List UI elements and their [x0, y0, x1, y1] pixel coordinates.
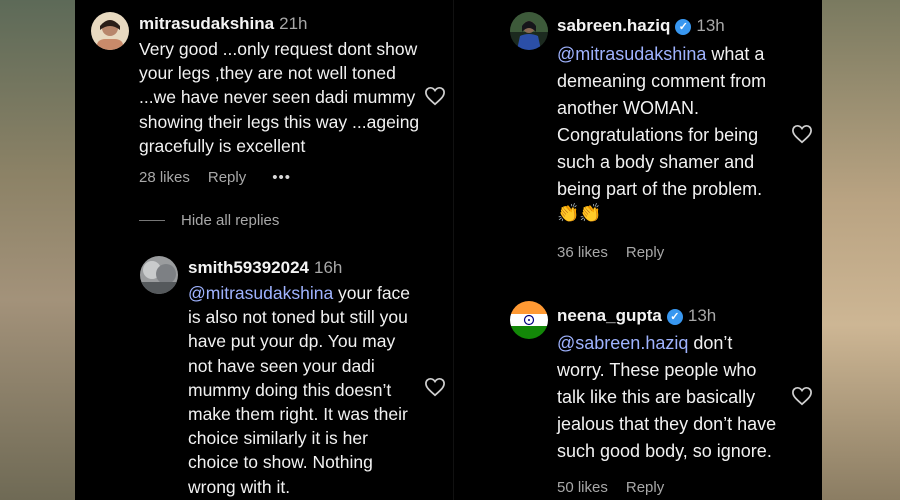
comment-text: @mitrasudakshina your face is also not t…: [188, 283, 411, 497]
comments-panel-left: mitrasudakshina 21h Very good ...only req…: [75, 0, 453, 500]
blurred-background-left: [0, 0, 75, 500]
verified-badge-icon: ✓: [666, 309, 683, 325]
verified-badge-icon: ✓: [675, 19, 692, 35]
username[interactable]: neena_gupta ✓ 13h: [557, 306, 716, 326]
blurred-background-right: [822, 0, 900, 500]
reply-button[interactable]: Reply: [626, 479, 664, 496]
avatar[interactable]: [91, 12, 129, 50]
comments-panel-right: sabreen.haziq ✓ 13h @mitrasudakshina what …: [453, 0, 822, 500]
avatar[interactable]: [510, 301, 548, 339]
mention-link[interactable]: @mitrasudakshina: [557, 44, 706, 64]
like-count[interactable]: 50 likes: [557, 479, 608, 496]
heart-icon[interactable]: [424, 86, 446, 106]
timestamp: 16h: [313, 258, 343, 277]
comment-meta: 36 likes Reply: [557, 244, 682, 261]
reply-button[interactable]: Reply: [626, 244, 664, 261]
timestamp: 21h: [279, 14, 308, 33]
hide-all-replies-button[interactable]: Hide all replies: [181, 212, 279, 229]
heart-icon[interactable]: [791, 386, 813, 406]
comment-text: Very good ...only request dont show your…: [139, 39, 420, 156]
avatar[interactable]: [140, 256, 178, 294]
comment-text: @mitrasudakshina what a demeaning commen…: [557, 44, 767, 199]
mention-link[interactable]: @sabreen.haziq: [557, 333, 688, 353]
timestamp: 13h: [696, 16, 725, 35]
more-icon[interactable]: •••: [272, 169, 291, 186]
comment-text: @sabreen.haziq don’t worry. These people…: [557, 333, 777, 461]
comment-meta: 50 likes Reply: [557, 479, 682, 496]
heart-icon[interactable]: [791, 124, 813, 144]
reply-button[interactable]: Reply: [208, 169, 246, 186]
username[interactable]: smith59392024 16h: [188, 258, 342, 278]
heart-icon[interactable]: [424, 377, 446, 397]
mention-link[interactable]: @mitrasudakshina: [188, 283, 333, 303]
clap-emoji: 👏👏: [557, 203, 602, 223]
timestamp: 13h: [687, 306, 717, 325]
like-count[interactable]: 28 likes: [139, 169, 190, 186]
avatar[interactable]: [510, 12, 548, 50]
hide-replies-divider: [139, 220, 165, 221]
comment-meta: 28 likes Reply •••: [139, 169, 309, 186]
username[interactable]: sabreen.haziq ✓ 13h: [557, 16, 725, 36]
like-count[interactable]: 36 likes: [557, 244, 608, 261]
username[interactable]: mitrasudakshina 21h: [139, 14, 307, 34]
